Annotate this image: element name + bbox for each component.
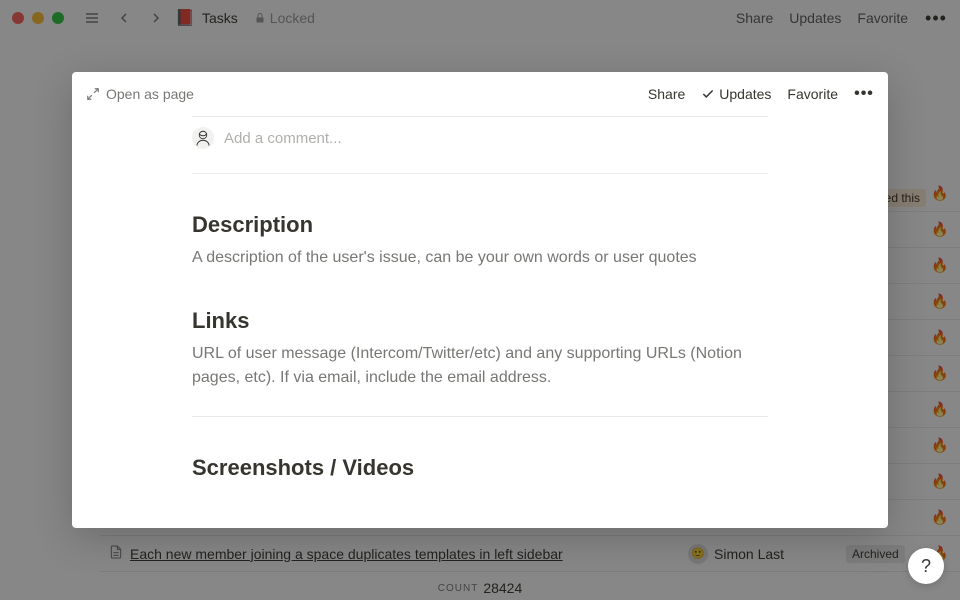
page-doc-icon xyxy=(108,544,124,563)
modal-share-button[interactable]: Share xyxy=(648,86,685,102)
forward-button[interactable] xyxy=(144,6,168,30)
row-priority-cell[interactable]: 🔥 xyxy=(920,473,960,490)
row-title-cell[interactable]: Each new member joining a space duplicat… xyxy=(100,544,680,563)
topbar-actions: Share Updates Favorite ••• xyxy=(736,6,948,30)
fire-icon: 🔥 xyxy=(931,509,948,526)
table-count-footer: COUNT 28424 xyxy=(0,576,960,600)
modal-header-actions: Share Updates Favorite ••• xyxy=(648,82,874,106)
share-button[interactable]: Share xyxy=(736,10,773,26)
row-priority-cell[interactable]: 🔥 xyxy=(920,257,960,274)
row-title: Each new member joining a space duplicat… xyxy=(130,546,563,562)
back-button[interactable] xyxy=(112,6,136,30)
close-window-button[interactable] xyxy=(12,12,24,24)
row-priority-cell[interactable]: 🔥 xyxy=(920,365,960,382)
favorite-button[interactable]: Favorite xyxy=(857,10,908,26)
help-button[interactable]: ? xyxy=(908,548,944,584)
open-as-page-button[interactable]: Open as page xyxy=(86,86,194,102)
owner-avatar: 🙂 xyxy=(688,544,708,564)
screenshots-heading: Screenshots / Videos xyxy=(192,455,768,481)
page-modal: Open as page Share Updates Favorite ••• … xyxy=(72,72,888,528)
description-heading: Description xyxy=(192,212,768,238)
fire-icon: 🔥 xyxy=(931,473,948,490)
row-priority-cell[interactable]: 🔥 xyxy=(920,293,960,310)
table-row[interactable]: Each new member joining a space duplicat… xyxy=(100,536,960,572)
links-body[interactable]: URL of user message (Intercom/Twitter/et… xyxy=(192,342,768,390)
user-avatar xyxy=(192,127,214,149)
comment-input[interactable] xyxy=(224,130,768,147)
modal-favorite-button[interactable]: Favorite xyxy=(787,86,838,102)
fire-icon: 🔥 xyxy=(931,365,948,382)
expand-icon xyxy=(86,87,100,101)
minimize-window-button[interactable] xyxy=(32,12,44,24)
hamburger-menu-icon[interactable] xyxy=(80,6,104,30)
locked-badge: Locked xyxy=(254,10,315,26)
links-heading: Links xyxy=(192,308,768,334)
row-priority-cell[interactable]: 🔥 xyxy=(920,329,960,346)
section-links: Links URL of user message (Intercom/Twit… xyxy=(192,308,768,417)
fire-icon: 🔥 xyxy=(931,185,948,202)
window-controls xyxy=(12,12,64,24)
fire-icon: 🔥 xyxy=(931,329,948,346)
fire-icon: 🔥 xyxy=(931,221,948,238)
count-value: 28424 xyxy=(483,580,522,596)
modal-header: Open as page Share Updates Favorite ••• xyxy=(72,72,888,116)
modal-updates-button[interactable]: Updates xyxy=(701,86,771,102)
more-menu-button[interactable]: ••• xyxy=(924,6,948,30)
page-title[interactable]: Tasks xyxy=(202,10,238,26)
row-owner-cell[interactable]: 🙂 Simon Last xyxy=(680,544,840,564)
fire-icon: 🔥 xyxy=(931,257,948,274)
page-icon: 📕 xyxy=(176,9,194,27)
maximize-window-button[interactable] xyxy=(52,12,64,24)
fire-icon: 🔥 xyxy=(931,401,948,418)
check-icon xyxy=(701,87,715,101)
updates-button[interactable]: Updates xyxy=(789,10,841,26)
section-description: Description A description of the user's … xyxy=(192,212,768,270)
fire-icon: 🔥 xyxy=(931,293,948,310)
comment-row xyxy=(192,117,768,174)
description-body[interactable]: A description of the user's issue, can b… xyxy=(192,246,768,270)
owner-name: Simon Last xyxy=(714,546,784,562)
row-priority-cell[interactable]: 🔥 xyxy=(920,401,960,418)
modal-more-menu-button[interactable]: ••• xyxy=(854,82,874,106)
lock-icon xyxy=(254,12,266,24)
row-priority-cell[interactable]: 🔥 xyxy=(920,185,960,202)
row-priority-cell[interactable]: 🔥 xyxy=(920,221,960,238)
fire-icon: 🔥 xyxy=(931,437,948,454)
row-priority-cell[interactable]: 🔥 xyxy=(920,437,960,454)
topbar: 📕 Tasks Locked Share Updates Favorite ••… xyxy=(0,0,960,36)
modal-body: Description A description of the user's … xyxy=(72,116,888,481)
row-priority-cell[interactable]: 🔥 xyxy=(920,509,960,526)
status-chip: Archived xyxy=(846,545,905,563)
count-label: COUNT xyxy=(438,583,479,594)
section-screenshots: Screenshots / Videos xyxy=(192,455,768,481)
